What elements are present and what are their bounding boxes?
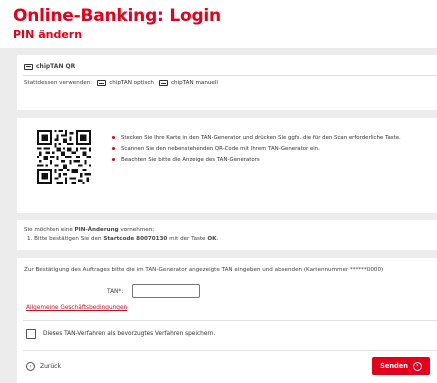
- list-item: Scannen Sie den nebenstehenden QR-Code m…: [112, 143, 401, 154]
- order-intro: Sie möchten eine PIN-Änderung vornehmen:: [24, 227, 154, 233]
- list-item: Beachten Sie bitte die Anzeige des TAN-G…: [112, 154, 401, 165]
- save-method-checkbox[interactable]: [26, 329, 36, 339]
- alternative-methods: Stattdessen verwenden: chipTAN optisch c…: [24, 80, 218, 86]
- method-option-chiptan-manuell[interactable]: chipTAN manuell: [158, 80, 218, 86]
- agb-link[interactable]: Allgemeine Geschäftsbedingungen: [26, 305, 127, 311]
- page-title: Online-Banking: Login: [13, 6, 221, 26]
- order-step-text: .: [216, 236, 219, 242]
- tan-label: TAN*:: [107, 289, 124, 295]
- method-option-chiptan-optisch[interactable]: chipTAN optisch: [97, 80, 154, 86]
- order-step: 1. Bitte bestätigen Sie den Startcode 80…: [27, 236, 218, 242]
- page-subtitle: PIN ändern: [13, 28, 83, 41]
- divider: [23, 320, 437, 321]
- order-step-text: mit der Taste: [169, 236, 206, 242]
- order-intro-text: Sie möchten eine: [24, 227, 73, 233]
- login-page: Online-Banking: Login PIN ändern chipTAN…: [0, 0, 437, 383]
- save-method-label: Dieses TAN-Verfahren als bevorzugtes Ver…: [43, 331, 216, 337]
- list-item: Stecken Sie Ihre Karte in den TAN-Genera…: [112, 132, 401, 143]
- send-label: Senden: [380, 362, 408, 370]
- tan-input[interactable]: [132, 284, 200, 298]
- bullet-icon: [112, 136, 115, 139]
- divider: [23, 350, 437, 351]
- instruction-list: Stecken Sie Ihre Karte in den TAN-Genera…: [112, 132, 401, 165]
- order-step-text: 1. Bitte bestätigen Sie den: [27, 236, 102, 242]
- start-code: Startcode 80070130: [103, 236, 168, 242]
- bullet-icon: [112, 158, 115, 161]
- method-option-label: chipTAN manuell: [170, 80, 218, 86]
- qr-code-icon: [37, 130, 91, 184]
- tan-form-card: Zur Bestätigung des Auftrages bitte die …: [17, 258, 437, 383]
- tan-device-icon: [97, 80, 107, 86]
- current-method-label: chipTAN QR: [36, 63, 76, 70]
- instruction-text: Beachten Sie bitte die Anzeige des TAN-G…: [121, 156, 260, 163]
- divider: [23, 75, 437, 76]
- tan-device-icon: [158, 80, 168, 86]
- order-info-card: Sie möchten eine PIN-Änderung vornehmen:…: [17, 220, 437, 250]
- tan-device-icon: [24, 63, 33, 70]
- key-name: OK: [207, 236, 217, 242]
- send-button[interactable]: Senden ›: [372, 357, 430, 375]
- page-header: Online-Banking: Login PIN ändern: [0, 0, 437, 48]
- tan-method-card: chipTAN QR Stattdessen verwenden: chipTA…: [17, 55, 437, 110]
- qr-instruction-card: Stecken Sie Ihre Karte in den TAN-Genera…: [17, 118, 437, 213]
- instruction-text: Scannen Sie den nebenstehenden QR-Code m…: [121, 145, 320, 152]
- back-label: Zurück: [40, 363, 61, 370]
- alternatives-prefix: Stattdessen verwenden:: [24, 80, 93, 86]
- bullet-icon: [112, 147, 115, 150]
- order-intro-text: vornehmen:: [120, 227, 155, 233]
- current-method: chipTAN QR: [24, 63, 75, 70]
- method-option-label: chipTAN optisch: [109, 80, 154, 86]
- back-link[interactable]: ‹ Zurück: [26, 362, 61, 371]
- order-type: PIN-Änderung: [74, 227, 119, 233]
- chevron-left-icon: ‹: [26, 362, 35, 371]
- chevron-right-icon: ›: [412, 361, 422, 371]
- instruction-text: Stecken Sie Ihre Karte in den TAN-Genera…: [121, 134, 401, 141]
- confirm-text: Zur Bestätigung des Auftrages bitte die …: [24, 267, 384, 273]
